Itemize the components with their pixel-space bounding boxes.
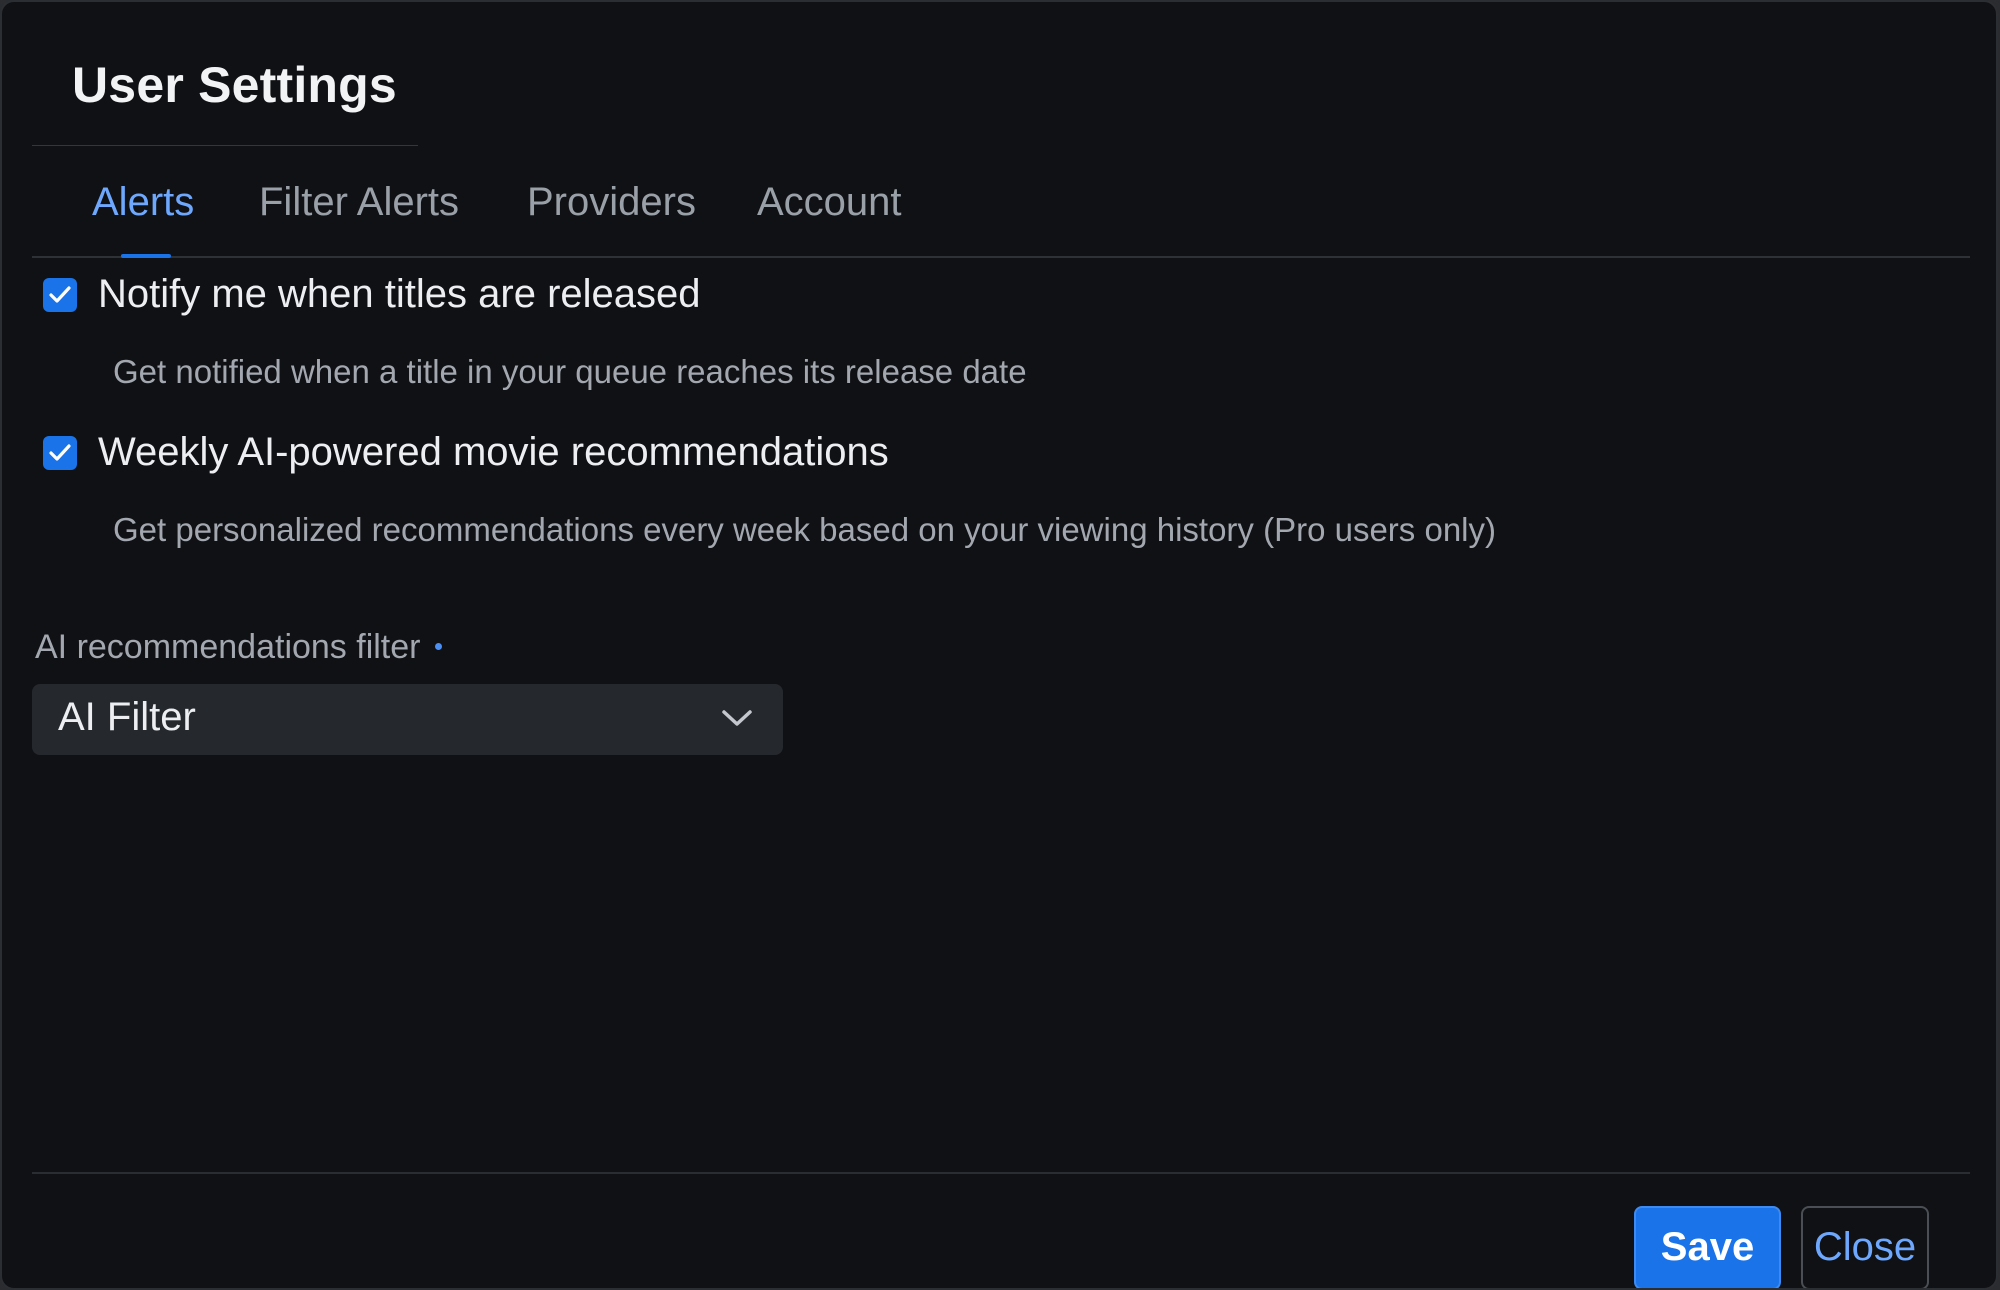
release-notify-checkbox[interactable] [43,278,77,312]
dialog-title: User Settings [72,57,397,113]
tab-filter-alerts[interactable]: Filter Alerts [259,180,459,225]
tab-providers[interactable]: Providers [527,180,696,225]
tab-alerts[interactable]: Alerts [92,180,194,225]
weekly-recommendations-label[interactable]: Weekly AI-powered movie recommendations [98,430,889,475]
ai-filter-selected-value: AI Filter [58,695,196,739]
checkmark-icon [49,286,71,303]
save-button[interactable]: Save [1634,1206,1781,1288]
title-divider [32,145,418,146]
active-tab-indicator [121,254,171,258]
required-indicator [434,642,442,650]
user-settings-dialog: User Settings Alerts Filter Alerts Provi… [0,0,1998,1290]
ai-filter-field-label: AI recommendations filter [35,628,442,667]
tab-account[interactable]: Account [757,180,902,225]
ai-filter-select[interactable]: AI Filter [32,684,783,755]
ai-filter-label-text: AI recommendations filter [35,628,421,666]
weekly-recommendations-description: Get personalized recommendations every w… [113,511,1496,548]
checkmark-icon [49,444,71,461]
weekly-recommendations-checkbox[interactable] [43,436,77,470]
release-notify-description: Get notified when a title in your queue … [113,353,1027,390]
close-button[interactable]: Close [1801,1206,1929,1288]
release-notify-label[interactable]: Notify me when titles are released [98,272,701,317]
tab-bar: Alerts Filter Alerts Providers Account [32,172,1970,258]
chevron-down-icon [722,710,752,726]
footer-divider [32,1172,1970,1174]
